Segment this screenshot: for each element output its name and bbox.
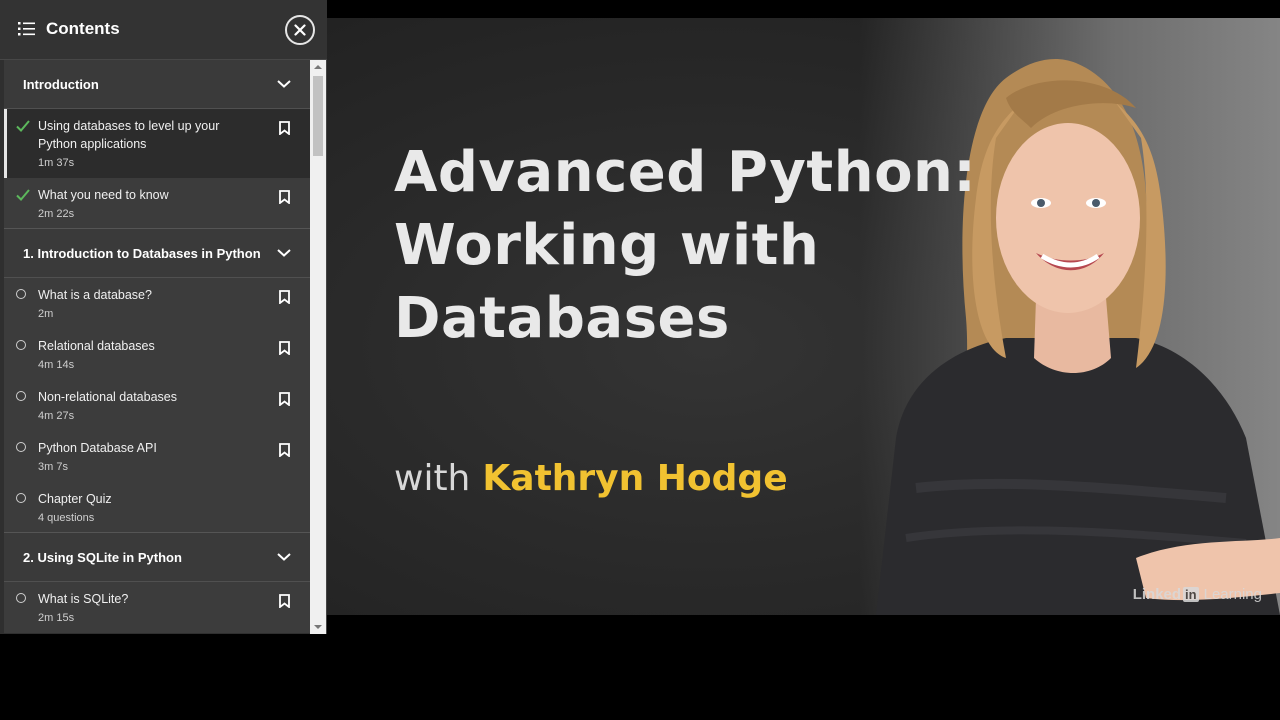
not-started-circle-icon: [16, 289, 26, 299]
bookmark-icon[interactable]: [279, 190, 290, 204]
lesson-item[interactable]: What you need to know 2m 22s: [4, 178, 310, 229]
chevron-down-icon: [277, 553, 291, 561]
close-icon: [294, 24, 306, 36]
lesson-title: Relational databases: [38, 339, 155, 353]
scroll-down-arrow-icon[interactable]: [314, 625, 322, 629]
section-label: 1. Introduction to Databases in Python: [23, 246, 261, 261]
lesson-duration: 2m 15s: [38, 612, 75, 624]
lesson-title: Using databases to level up your Python …: [38, 119, 220, 151]
lesson-item[interactable]: What is SQLite? 2m 15s: [4, 582, 310, 633]
section-label: Introduction: [23, 77, 99, 92]
lesson-item[interactable]: Python Database API 3m 7s: [4, 431, 310, 482]
lesson-item-active[interactable]: Using databases to level up your Python …: [4, 109, 310, 178]
chevron-down-icon: [277, 249, 291, 257]
not-started-circle-icon: [16, 593, 26, 603]
lesson-title: What is a database?: [38, 288, 152, 302]
not-started-circle-icon: [16, 493, 26, 503]
bookmark-icon[interactable]: [279, 341, 290, 355]
quiz-question-count: 4 questions: [38, 512, 95, 524]
not-started-circle-icon: [16, 391, 26, 401]
linkedin-learning-logo: Linked in Learning: [1133, 586, 1262, 603]
lesson-item[interactable]: Non-relational databases 4m 27s: [4, 380, 310, 431]
quiz-title: Chapter Quiz: [38, 492, 112, 506]
video-player[interactable]: Advanced Python: Working with Databases …: [326, 18, 1280, 615]
bookmark-icon[interactable]: [279, 290, 290, 304]
sidebar-scrollbar[interactable]: [310, 60, 326, 634]
author-name: Kathryn Hodge: [482, 458, 788, 499]
list-icon: [18, 22, 35, 36]
lesson-duration: 4m 27s: [38, 410, 75, 422]
lesson-item[interactable]: What is a database? 2m: [4, 278, 310, 329]
quiz-item[interactable]: Chapter Quiz 4 questions: [4, 482, 310, 533]
lesson-duration: 2m 22s: [38, 208, 75, 220]
lesson-duration: 4m 14s: [38, 359, 75, 371]
lesson-title: What you need to know: [38, 188, 169, 202]
bookmark-icon[interactable]: [279, 594, 290, 608]
section-chapter-2[interactable]: 2. Using SQLite in Python: [4, 533, 310, 582]
byline-prefix: with: [394, 458, 471, 499]
bookmark-icon[interactable]: [279, 443, 290, 457]
lesson-item[interactable]: Relational databases 4m 14s: [4, 329, 310, 380]
lesson-title: What is SQLite?: [38, 592, 129, 606]
lesson-duration: 3m 7s: [38, 461, 68, 473]
lesson-duration: 1m 37s: [38, 157, 75, 169]
course-byline: with Kathryn Hodge: [394, 454, 788, 504]
checkmark-icon: [16, 189, 30, 201]
brand-linked: Linked: [1132, 586, 1182, 603]
section-label: 2. Using SQLite in Python: [23, 550, 182, 565]
lesson-title: Python Database API: [38, 441, 157, 455]
not-started-circle-icon: [16, 340, 26, 350]
bookmark-icon[interactable]: [279, 121, 290, 135]
bookmark-icon[interactable]: [279, 392, 290, 406]
section-introduction[interactable]: Introduction: [4, 60, 310, 109]
sidebar-title: Contents: [46, 19, 120, 38]
not-started-circle-icon: [16, 442, 26, 452]
lesson-title: Non-relational databases: [38, 390, 177, 404]
checkmark-icon: [16, 120, 30, 132]
brand-learning: Learning: [1203, 586, 1262, 603]
brand-in: in: [1183, 587, 1199, 602]
sidebar-header: Contents: [0, 0, 327, 60]
scrollbar-thumb[interactable]: [313, 76, 323, 156]
lesson-duration: 2m: [38, 308, 54, 320]
course-title: Advanced Python: Working with Databases: [394, 140, 977, 351]
scroll-up-arrow-icon[interactable]: [314, 65, 322, 69]
close-sidebar-button[interactable]: [285, 15, 315, 45]
chevron-down-icon: [277, 80, 291, 88]
contents-list: Introduction Using databases to level up…: [4, 60, 310, 634]
contents-sidebar: Contents Introduction Using databases to…: [0, 0, 327, 634]
section-chapter-1[interactable]: 1. Introduction to Databases in Python: [4, 229, 310, 278]
